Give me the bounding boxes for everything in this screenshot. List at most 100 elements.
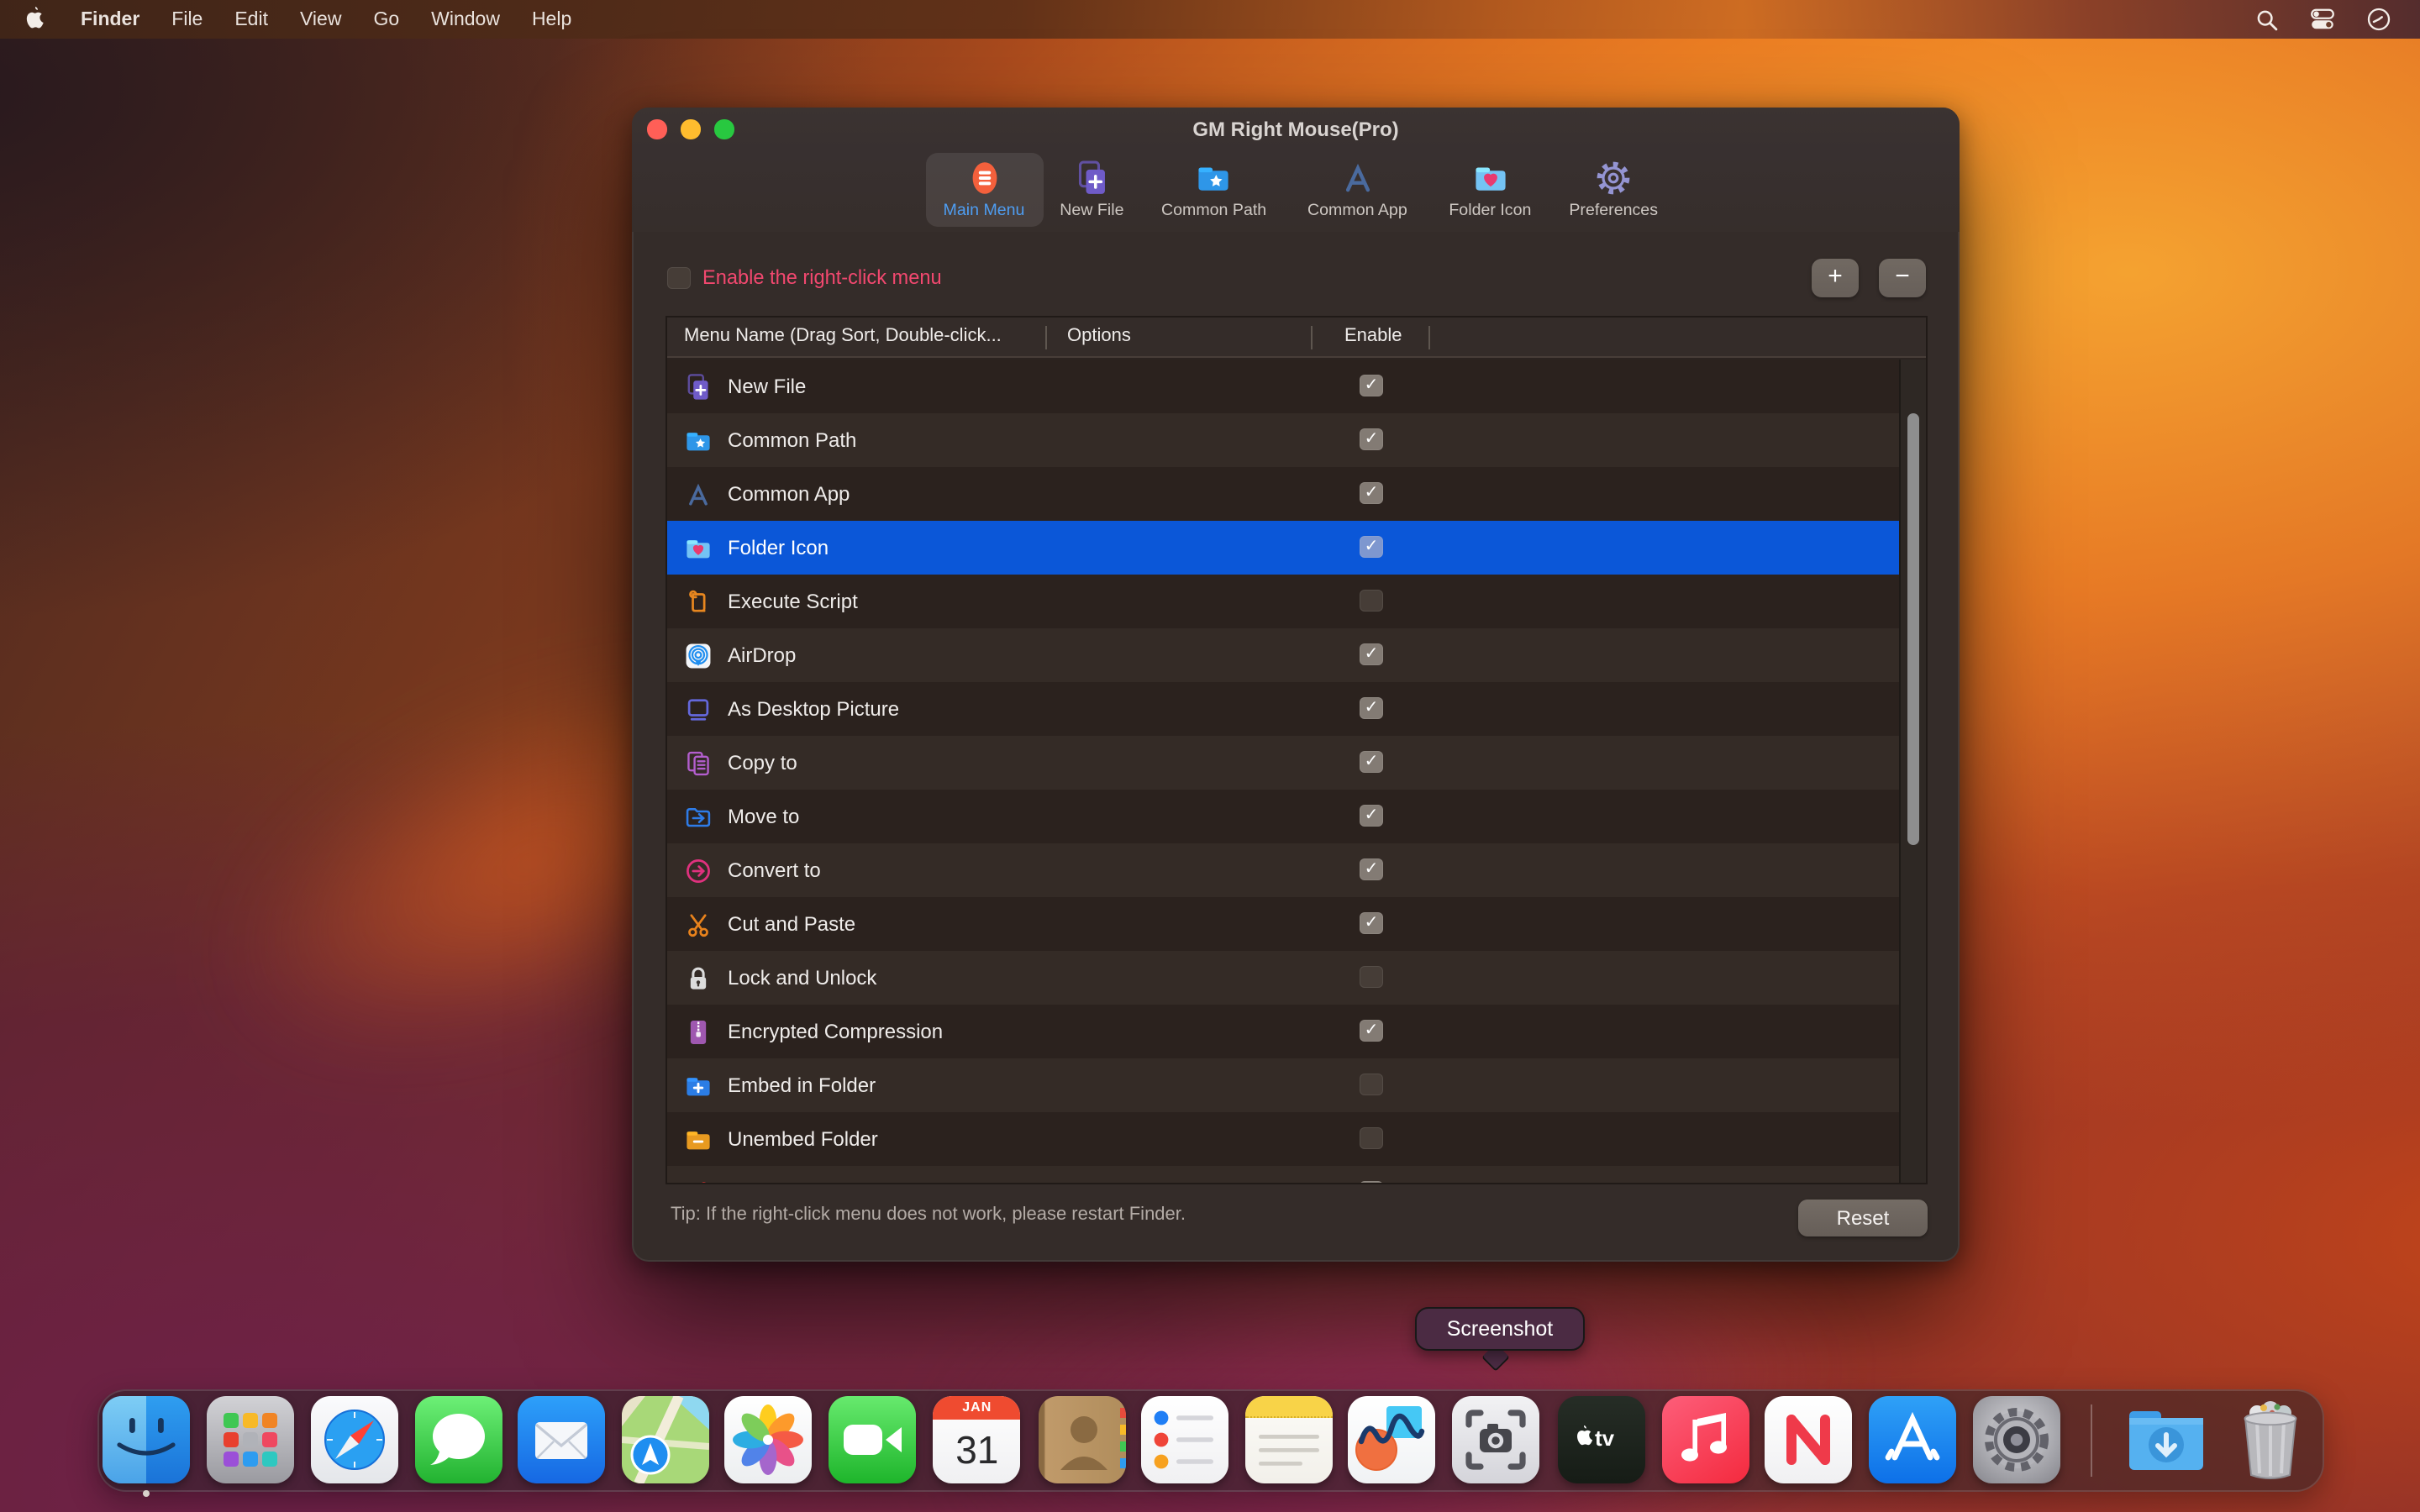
- dock-launchpad-icon[interactable]: [207, 1396, 294, 1483]
- tab-new-file[interactable]: New File: [1033, 153, 1150, 227]
- menubar-item-window[interactable]: Window: [431, 9, 500, 29]
- menubar-status-area: [2254, 6, 2420, 33]
- dock-music-icon[interactable]: [1662, 1396, 1749, 1483]
- table-row-embed-in-folder[interactable]: Embed in Folder: [667, 1058, 1902, 1112]
- scrollbar-track[interactable]: [1899, 360, 1926, 1183]
- tab-main-menu[interactable]: Main Menu: [925, 153, 1043, 227]
- embed-in-folder-icon: [684, 1071, 713, 1100]
- tab-preferences[interactable]: Preferences: [1555, 153, 1672, 227]
- column-header-menu-name[interactable]: Menu Name (Drag Sort, Double-click...: [684, 326, 1002, 346]
- menubar-item-edit[interactable]: Edit: [234, 9, 268, 29]
- table-row-convert-to[interactable]: Convert to: [667, 843, 1902, 897]
- dock-freeform-icon[interactable]: [1349, 1396, 1436, 1483]
- tab-common-app[interactable]: Common App: [1290, 153, 1424, 227]
- unembed-folder-icon: [684, 1125, 713, 1153]
- enable-right-click-checkbox[interactable]: [667, 266, 691, 288]
- add-remove-buttons: + −: [1812, 259, 1926, 297]
- enable-checkbox[interactable]: [1360, 536, 1383, 558]
- enable-checkbox[interactable]: [1360, 643, 1383, 665]
- dock-messages-icon[interactable]: [415, 1396, 502, 1483]
- enable-checkbox[interactable]: [1360, 590, 1383, 612]
- table-row-common-app[interactable]: Common App: [667, 467, 1902, 521]
- control-center-icon[interactable]: [2309, 6, 2336, 33]
- apple-logo-icon[interactable]: [22, 6, 49, 33]
- dock-app-store-icon[interactable]: [1869, 1396, 1956, 1483]
- enable-checkbox[interactable]: [1360, 1020, 1383, 1042]
- dock-photos-icon[interactable]: [725, 1396, 813, 1483]
- tab-folder-icon[interactable]: Folder Icon: [1431, 153, 1549, 227]
- row-label: Move to: [728, 805, 799, 828]
- table-row-cut-and-paste[interactable]: Cut and Paste: [667, 897, 1902, 951]
- row-label: Encrypted Compression: [728, 1020, 943, 1043]
- column-header-enable[interactable]: Enable: [1344, 326, 1402, 346]
- enable-checkbox[interactable]: [1360, 805, 1383, 827]
- dock-safari-icon[interactable]: [311, 1396, 398, 1483]
- table-row-unembed-folder[interactable]: Unembed Folder: [667, 1112, 1902, 1166]
- menu-bar: Finder File Edit View Go Window Help: [0, 0, 2420, 39]
- tab-common-path[interactable]: Common Path: [1147, 153, 1281, 227]
- as-desktop-picture-icon: [684, 695, 713, 723]
- enable-checkbox[interactable]: [1360, 1181, 1383, 1183]
- enable-checkbox[interactable]: [1360, 751, 1383, 773]
- window-title: GM Right Mouse(Pro): [632, 118, 1960, 141]
- column-separator[interactable]: [1311, 326, 1313, 349]
- table-row-lock-and-unlock[interactable]: Lock and Unlock: [667, 951, 1902, 1005]
- row-label: As Desktop Picture: [728, 697, 899, 721]
- menubar-item-go[interactable]: Go: [373, 9, 399, 29]
- table-row-move-to[interactable]: Move to: [667, 790, 1902, 843]
- dock-calendar-icon[interactable]: JAN31: [934, 1396, 1021, 1483]
- menubar-item-help[interactable]: Help: [532, 9, 571, 29]
- enable-checkbox[interactable]: [1360, 697, 1383, 719]
- column-separator[interactable]: [1045, 326, 1047, 349]
- convert-to-icon: [684, 856, 713, 885]
- dock-reminders-icon[interactable]: [1142, 1396, 1229, 1483]
- add-menu-button[interactable]: +: [1812, 259, 1859, 297]
- row-label: Copy to: [728, 751, 797, 774]
- dock-screenshot-icon[interactable]: [1452, 1396, 1539, 1483]
- dock-apple-tv-icon[interactable]: tv: [1559, 1396, 1646, 1483]
- dock-maps-icon[interactable]: [622, 1396, 709, 1483]
- enable-checkbox[interactable]: [1360, 428, 1383, 450]
- table-row-as-desktop-picture[interactable]: As Desktop Picture: [667, 682, 1902, 736]
- tab-label: Preferences: [1569, 202, 1658, 220]
- table-row-execute-script[interactable]: Execute Script: [667, 575, 1902, 628]
- dock-news-icon[interactable]: [1765, 1396, 1853, 1483]
- table-row-airdrop[interactable]: AirDrop: [667, 628, 1902, 682]
- reset-button[interactable]: Reset: [1798, 1200, 1928, 1236]
- table-row-color-picker[interactable]: Color PickerHEX value with "#": [667, 1166, 1902, 1183]
- search-icon[interactable]: [2254, 6, 2281, 33]
- clock-icon[interactable]: [2365, 6, 2391, 33]
- table-row-copy-to[interactable]: Copy to: [667, 736, 1902, 790]
- column-header-options[interactable]: Options: [1067, 326, 1131, 346]
- enable-checkbox[interactable]: [1360, 966, 1383, 988]
- enable-checkbox[interactable]: [1360, 1074, 1383, 1095]
- enable-checkbox[interactable]: [1360, 482, 1383, 504]
- menubar-app-name[interactable]: Finder: [81, 9, 139, 29]
- table-row-new-file[interactable]: New File: [667, 360, 1902, 413]
- enable-checkbox[interactable]: [1360, 1127, 1383, 1149]
- column-separator[interactable]: [1428, 326, 1430, 349]
- dock-trash-icon[interactable]: [2227, 1396, 2314, 1483]
- dock-notes-icon[interactable]: [1245, 1396, 1333, 1483]
- remove-menu-button[interactable]: −: [1879, 259, 1926, 297]
- scrollbar-thumb[interactable]: [1907, 413, 1918, 845]
- table-row-folder-icon[interactable]: Folder Icon: [667, 521, 1902, 575]
- title-bar[interactable]: GM Right Mouse(Pro): [632, 108, 1960, 153]
- row-label: Common App: [728, 482, 850, 506]
- row-label: Folder Icon: [728, 536, 829, 559]
- enable-checkbox[interactable]: [1360, 375, 1383, 396]
- dock-contacts-icon[interactable]: [1039, 1396, 1126, 1483]
- encrypted-compression-icon: [684, 1017, 713, 1046]
- enable-checkbox[interactable]: [1360, 912, 1383, 934]
- menu-table: Menu Name (Drag Sort, Double-click... Op…: [666, 316, 1928, 1184]
- dock-downloads-icon[interactable]: [2123, 1396, 2211, 1483]
- menubar-item-view[interactable]: View: [300, 9, 341, 29]
- table-row-common-path[interactable]: Common Path: [667, 413, 1902, 467]
- enable-checkbox[interactable]: [1360, 858, 1383, 880]
- dock-system-settings-icon[interactable]: [1974, 1396, 2061, 1483]
- dock-finder-icon[interactable]: [103, 1396, 190, 1483]
- dock-facetime-icon[interactable]: [829, 1396, 916, 1483]
- menubar-item-file[interactable]: File: [171, 9, 203, 29]
- dock-mail-icon[interactable]: [518, 1396, 606, 1483]
- table-row-encrypted-compression[interactable]: Encrypted Compression: [667, 1005, 1902, 1058]
